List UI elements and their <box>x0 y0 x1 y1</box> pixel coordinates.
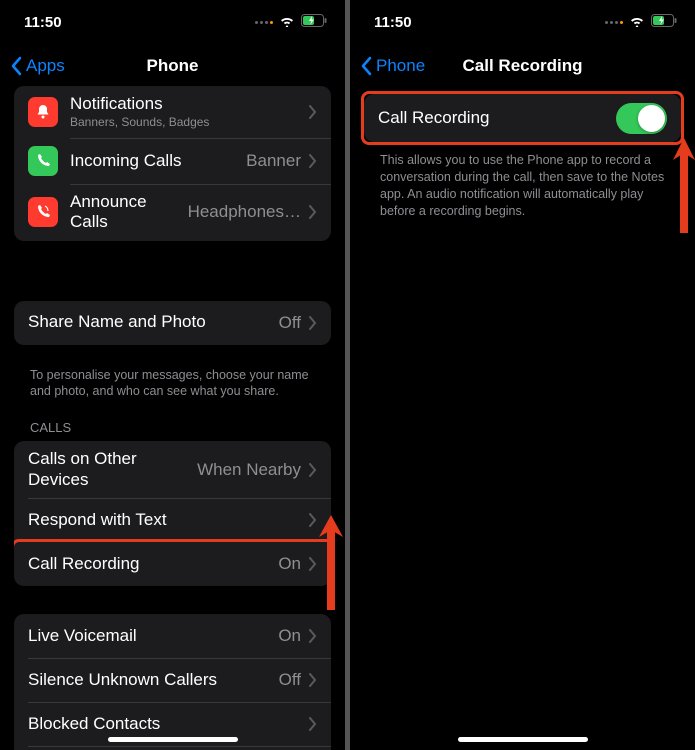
other-devices-value: When Nearby <box>197 460 301 480</box>
home-indicator[interactable] <box>108 737 238 742</box>
status-time: 11:50 <box>374 14 412 31</box>
chevron-right-icon <box>309 673 317 687</box>
chevron-right-icon <box>309 557 317 571</box>
row-respond-with-text[interactable]: Respond with Text <box>14 498 331 542</box>
nav-bar: Apps Phone <box>0 44 345 88</box>
row-live-voicemail[interactable]: Live Voicemail On <box>14 614 331 658</box>
other-devices-label: Calls on Other Devices <box>28 449 197 490</box>
notifications-icon <box>28 97 58 127</box>
back-button[interactable]: Apps <box>10 56 65 76</box>
wifi-icon <box>279 14 295 31</box>
share-value: Off <box>279 313 301 333</box>
call-recording-screen: 11:50 Phone Call Recording Call Recordin… <box>350 0 695 750</box>
row-incoming-calls[interactable]: Incoming Calls Banner <box>14 138 331 184</box>
settings-group-alerts: Notifications Banners, Sounds, Badges In… <box>14 86 331 241</box>
nav-bar: Phone Call Recording <box>350 44 695 88</box>
status-right <box>255 14 327 31</box>
blocked-label: Blocked Contacts <box>28 714 309 734</box>
status-time: 11:50 <box>24 14 62 31</box>
chevron-back-icon <box>360 56 372 76</box>
call-recording-label: Call Recording <box>28 554 278 574</box>
voicemail-label: Live Voicemail <box>28 626 278 646</box>
call-recording-toggle-label: Call Recording <box>378 108 616 128</box>
incoming-calls-icon <box>28 146 58 176</box>
settings-group-misc: Live Voicemail On Silence Unknown Caller… <box>14 614 331 750</box>
back-button[interactable]: Phone <box>360 56 425 76</box>
chevron-right-icon <box>309 463 317 477</box>
call-recording-toggle[interactable] <box>616 103 667 134</box>
chevron-right-icon <box>309 154 317 168</box>
announce-calls-value: Headphones… <box>188 202 301 222</box>
status-dots-icon <box>605 21 623 24</box>
incoming-calls-label: Incoming Calls <box>70 151 246 171</box>
calls-section-header: CALLS <box>14 414 331 441</box>
settings-group-calls: Calls on Other Devices When Nearby Respo… <box>14 441 331 586</box>
highlight-annotation: Call Recording <box>361 91 684 145</box>
status-right <box>605 14 677 31</box>
announce-calls-icon <box>28 197 58 227</box>
row-announce-calls[interactable]: Announce Calls Headphones… <box>14 184 331 241</box>
back-label: Phone <box>376 56 425 76</box>
announce-calls-label: Announce Calls <box>70 192 188 233</box>
battery-icon <box>301 14 327 31</box>
respond-label: Respond with Text <box>28 510 309 530</box>
phone-settings-screen: 11:50 Apps Phone <box>0 0 345 750</box>
share-footer: To personalise your messages, choose you… <box>14 361 331 415</box>
chevron-right-icon <box>309 717 317 731</box>
row-call-recording[interactable]: Call Recording On <box>14 542 331 586</box>
settings-group-share: Share Name and Photo Off <box>14 301 331 345</box>
status-bar: 11:50 <box>350 0 695 44</box>
battery-icon <box>651 14 677 31</box>
wifi-icon <box>629 14 645 31</box>
notifications-sublabel: Banners, Sounds, Badges <box>70 115 309 129</box>
settings-group-recording-toggle: Call Recording <box>364 94 681 142</box>
notifications-label: Notifications <box>70 94 309 114</box>
call-recording-value: On <box>278 554 301 574</box>
share-label: Share Name and Photo <box>28 312 279 332</box>
status-bar: 11:50 <box>0 0 345 44</box>
silence-value: Off <box>279 670 301 690</box>
row-share-name-photo[interactable]: Share Name and Photo Off <box>14 301 331 345</box>
row-silence-unknown[interactable]: Silence Unknown Callers Off <box>14 658 331 702</box>
toggle-knob <box>638 105 665 132</box>
home-indicator[interactable] <box>458 737 588 742</box>
back-label: Apps <box>26 56 65 76</box>
silence-label: Silence Unknown Callers <box>28 670 279 690</box>
chevron-right-icon <box>309 513 317 527</box>
highlight-annotation: Call Recording On <box>14 539 331 586</box>
chevron-back-icon <box>10 56 22 76</box>
row-calls-other-devices[interactable]: Calls on Other Devices When Nearby <box>14 441 331 498</box>
call-recording-footer: This allows you to use the Phone app to … <box>364 142 681 234</box>
chevron-right-icon <box>309 629 317 643</box>
chevron-right-icon <box>309 105 317 119</box>
row-call-recording-toggle[interactable]: Call Recording <box>364 94 681 142</box>
row-sms-call-reporting[interactable]: SMS/Call Reporting <box>14 746 331 750</box>
incoming-calls-value: Banner <box>246 151 301 171</box>
chevron-right-icon <box>309 316 317 330</box>
status-dots-icon <box>255 21 273 24</box>
voicemail-value: On <box>278 626 301 646</box>
row-notifications[interactable]: Notifications Banners, Sounds, Badges <box>14 86 331 138</box>
chevron-right-icon <box>309 205 317 219</box>
